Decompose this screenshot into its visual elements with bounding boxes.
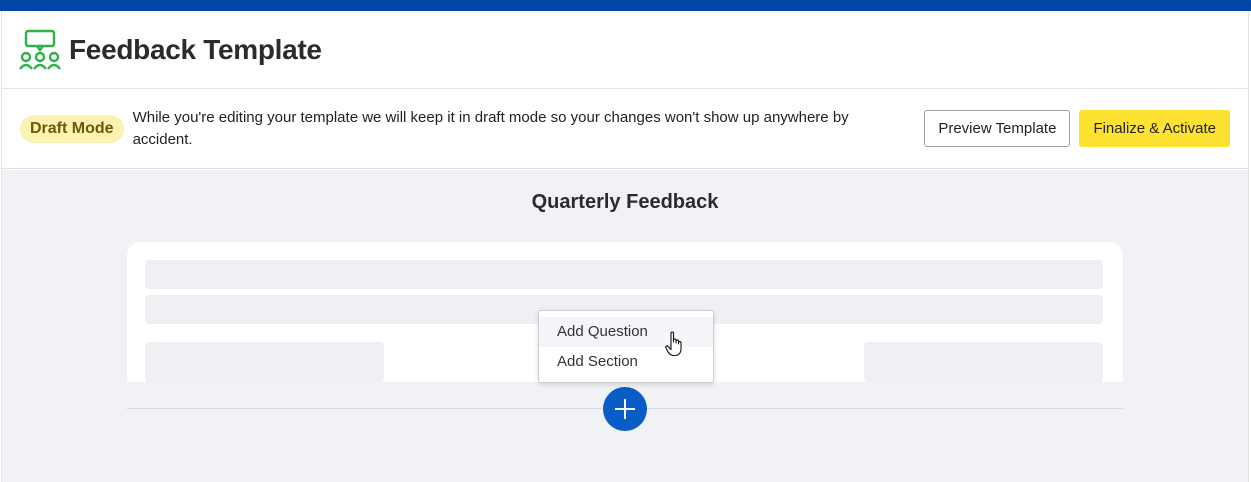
add-item-menu: Add Question Add Section [538, 310, 714, 383]
form-title: Quarterly Feedback [531, 191, 719, 213]
page: Feedback Template Draft Mode While you'r… [1, 11, 1249, 482]
skeleton-block [145, 342, 384, 382]
draft-mode-bar: Draft Mode While you're editing your tem… [2, 89, 1248, 169]
add-section-menu-item[interactable]: Add Section [539, 347, 713, 377]
skeleton-block [864, 342, 1103, 382]
finalize-activate-button[interactable]: Finalize & Activate [1079, 110, 1230, 147]
add-question-menu-item[interactable]: Add Question [539, 317, 713, 347]
template-canvas: Quarterly Feedback Add Question Add Sect… [2, 170, 1248, 482]
skeleton-line [145, 260, 1103, 289]
feedback-people-icon [19, 29, 61, 70]
hand-pointer-icon [665, 331, 682, 357]
plus-icon [615, 399, 635, 419]
preview-template-button[interactable]: Preview Template [924, 110, 1071, 147]
page-title: Feedback Template [69, 33, 322, 65]
draft-mode-message: While you're editing your template we wi… [132, 108, 849, 148]
top-accent-bar [0, 0, 1251, 11]
add-item-button[interactable] [603, 387, 647, 431]
draft-mode-badge: Draft Mode [20, 114, 124, 143]
page-header: Feedback Template [2, 11, 1248, 89]
